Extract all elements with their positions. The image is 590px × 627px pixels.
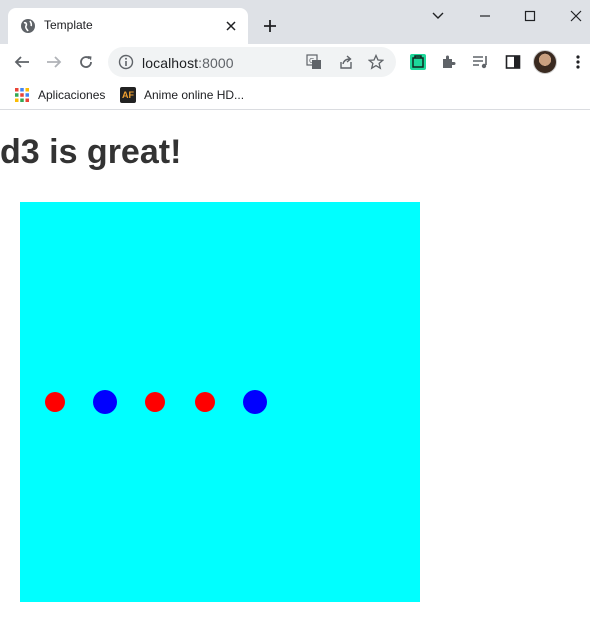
back-button[interactable]: [10, 50, 34, 74]
bookmarks-bar: Aplicaciones AF Anime online HD...: [0, 80, 590, 110]
extensions-button[interactable]: [437, 50, 461, 74]
animeflv-icon: AF: [120, 87, 136, 103]
plus-icon: [264, 20, 276, 32]
maximize-button[interactable]: [510, 4, 550, 28]
side-panel-icon: [505, 55, 521, 69]
chevron-down-icon: [432, 12, 444, 19]
side-panel-button[interactable]: [501, 50, 525, 74]
forward-button[interactable]: [42, 50, 66, 74]
bookmark-apps[interactable]: Aplicaciones: [14, 85, 105, 105]
bookmark-label: Anime online HD...: [144, 88, 245, 102]
bookmark-label: Aplicaciones: [38, 88, 106, 102]
browser-toolbar: localhost:8000 G: [0, 44, 590, 80]
media-control-button[interactable]: [469, 50, 493, 74]
url-text[interactable]: localhost:8000: [142, 55, 234, 71]
bookmark-star-button[interactable]: [366, 52, 386, 72]
address-bar[interactable]: localhost:8000 G: [108, 47, 396, 77]
circle-red: [45, 392, 65, 412]
page-heading: d3 is great!: [0, 133, 182, 171]
tab-title: Template: [44, 18, 93, 32]
url-port: :8000: [198, 55, 234, 71]
translate-icon: G: [306, 54, 321, 69]
share-icon: [340, 55, 352, 69]
minimize-icon: [480, 15, 490, 17]
tab-strip: Template: [0, 0, 590, 44]
svg-text:G: G: [309, 57, 314, 65]
arrow-right-icon: [47, 56, 62, 68]
reload-icon: [80, 56, 92, 68]
extension-green-icon: [410, 54, 426, 70]
browser-tab[interactable]: Template: [8, 8, 248, 44]
extension-button[interactable]: [406, 50, 430, 74]
profile-avatar[interactable]: [533, 50, 557, 74]
new-tab-button[interactable]: [258, 14, 282, 38]
reload-button[interactable]: [74, 50, 98, 74]
arrow-left-icon: [14, 56, 29, 68]
bookmark-anime[interactable]: AF Anime online HD...: [120, 85, 244, 105]
close-tab-icon[interactable]: [222, 17, 240, 35]
circle-blue: [93, 390, 117, 414]
page-content: d3 is great!: [0, 111, 590, 627]
info-icon[interactable]: [118, 54, 134, 70]
close-icon: [570, 10, 582, 22]
share-button[interactable]: [336, 52, 356, 72]
close-window-button[interactable]: [556, 4, 590, 28]
canvas-background: [20, 202, 420, 602]
d3-svg-canvas: [20, 202, 420, 602]
circle-red: [145, 392, 165, 412]
puzzle-icon: [443, 55, 456, 68]
globe-icon: [21, 19, 35, 33]
kebab-menu-icon: [576, 55, 580, 69]
translate-button[interactable]: G: [304, 52, 324, 72]
tab-search-button[interactable]: [418, 4, 458, 28]
star-icon: [368, 54, 384, 70]
url-host: localhost: [142, 55, 199, 71]
circle-red: [195, 392, 215, 412]
minimize-button[interactable]: [465, 4, 505, 28]
apps-grid-icon: [15, 88, 29, 102]
playlist-icon: [473, 56, 487, 69]
circle-blue: [243, 390, 267, 414]
maximize-icon: [524, 10, 536, 22]
menu-button[interactable]: [566, 50, 590, 74]
